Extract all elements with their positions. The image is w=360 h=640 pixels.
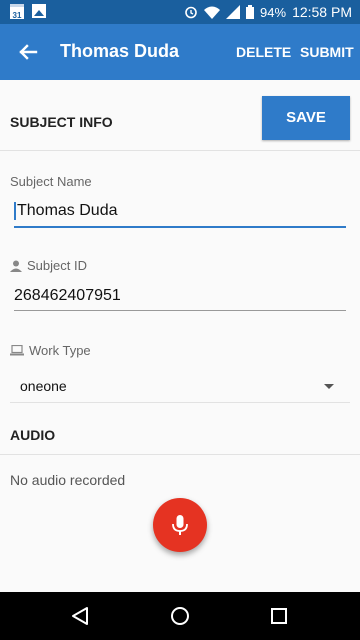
subject-id-underline xyxy=(14,310,346,311)
system-icons: 94% 12:58 PM xyxy=(184,4,352,20)
subject-id-label-row: Subject ID xyxy=(10,258,87,273)
subject-name-value: Thomas Duda xyxy=(17,202,118,220)
nav-back-icon[interactable] xyxy=(70,606,90,626)
battery-icon xyxy=(246,5,255,19)
nav-home-icon[interactable] xyxy=(170,606,190,626)
clock: 12:58 PM xyxy=(292,4,352,20)
text-cursor xyxy=(14,202,16,220)
work-type-label-row: Work Type xyxy=(10,343,91,358)
person-icon xyxy=(10,260,22,272)
microphone-icon xyxy=(172,515,188,535)
back-arrow-icon[interactable] xyxy=(14,38,42,66)
record-audio-button[interactable] xyxy=(153,498,207,552)
subject-name-field[interactable]: Thomas Duda xyxy=(14,202,346,220)
nav-recents-icon[interactable] xyxy=(270,607,288,625)
system-nav-bar xyxy=(0,592,360,640)
save-button[interactable]: SAVE xyxy=(262,96,350,140)
work-type-value: oneone xyxy=(20,378,67,394)
submit-button[interactable]: SUBMIT xyxy=(300,44,354,60)
page-title: Thomas Duda xyxy=(60,41,180,61)
subject-id-value: 268462407951 xyxy=(14,287,121,304)
status-bar: 31 94% 12:58 PM xyxy=(0,0,360,24)
app-bar: Thomas Duda DELETE SUBMIT xyxy=(0,24,360,80)
work-type-label: Work Type xyxy=(29,343,91,358)
divider xyxy=(10,402,350,403)
calendar-icon: 31 xyxy=(10,4,24,20)
subject-id-field[interactable]: 268462407951 xyxy=(14,287,346,305)
subject-form: SUBJECT INFO SAVE Subject Name Thomas Du… xyxy=(0,80,360,592)
audio-header: AUDIO xyxy=(10,427,56,443)
gallery-icon xyxy=(32,4,46,18)
subject-name-label: Subject Name xyxy=(10,174,92,189)
signal-icon xyxy=(226,5,241,19)
laptop-icon xyxy=(10,345,24,356)
dropdown-caret-icon xyxy=(324,384,334,389)
divider xyxy=(0,454,360,455)
delete-button[interactable]: DELETE xyxy=(236,44,291,60)
work-type-dropdown[interactable]: oneone xyxy=(10,368,350,402)
audio-status: No audio recorded xyxy=(10,472,126,488)
subject-info-header: SUBJECT INFO xyxy=(10,114,113,130)
divider xyxy=(0,150,360,151)
subject-name-underline xyxy=(14,226,346,228)
subject-id-label: Subject ID xyxy=(27,258,87,273)
wifi-icon xyxy=(204,6,221,19)
battery-percent: 94% xyxy=(260,4,287,20)
notification-icons: 31 xyxy=(10,4,46,20)
alarm-icon xyxy=(185,6,197,19)
